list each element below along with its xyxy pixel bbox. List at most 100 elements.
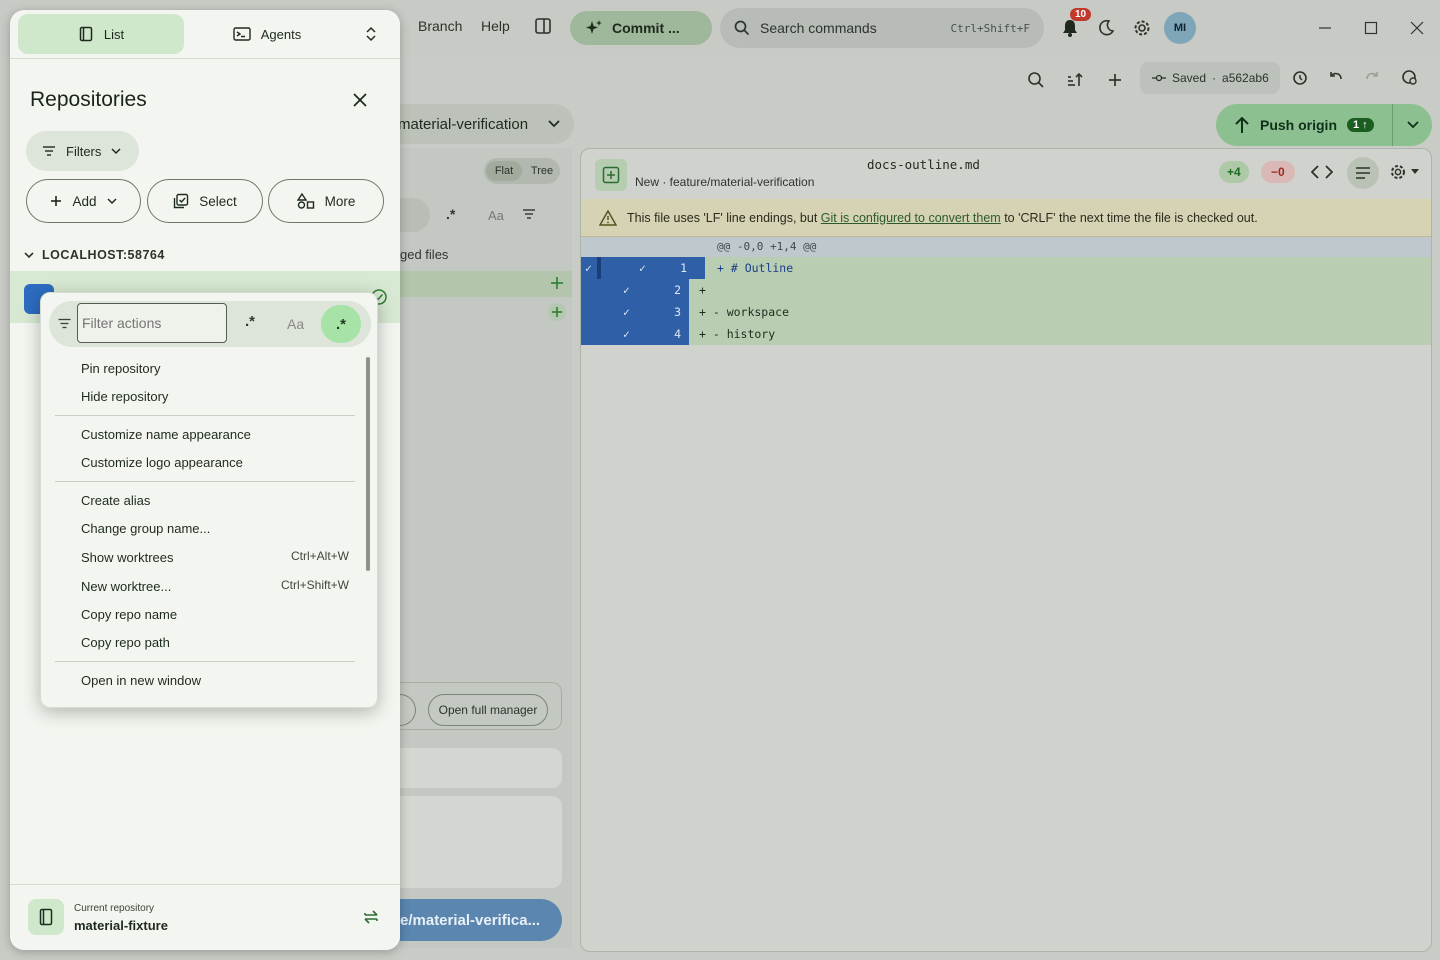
code-view-icon[interactable] xyxy=(1311,164,1333,180)
undo-icon[interactable] xyxy=(1322,63,1350,91)
search-shortcut: Ctrl+Shift+F xyxy=(950,21,1030,35)
menu-item-copy-repo-name[interactable]: Copy repo name xyxy=(81,607,177,622)
filter-icon[interactable] xyxy=(522,208,536,220)
avatar[interactable]: MI xyxy=(1164,12,1196,44)
sort-icon[interactable] xyxy=(1061,66,1089,94)
menu-item-create-alias[interactable]: Create alias xyxy=(81,493,150,508)
tab-agents[interactable]: Agents xyxy=(184,14,350,54)
view-tree[interactable]: Tree xyxy=(524,165,560,177)
filter-icon xyxy=(58,318,71,329)
arrow-up-icon xyxy=(1234,116,1250,134)
close-window-icon[interactable] xyxy=(1403,14,1431,42)
commit-button[interactable]: Commit ... xyxy=(570,11,712,45)
menu-item-show-worktrees[interactable]: Show worktrees xyxy=(81,550,173,565)
filter-actions-input[interactable] xyxy=(77,303,227,343)
expand-icon[interactable] xyxy=(350,14,392,54)
history-icon[interactable] xyxy=(1286,63,1314,91)
add-file-icon[interactable] xyxy=(550,276,564,290)
view-toggle[interactable]: Flat Tree xyxy=(484,158,560,184)
current-repo-footer[interactable] xyxy=(10,884,400,950)
diff-line[interactable]: ✓ 3 + - workspace xyxy=(581,301,1431,323)
diff-header: docs-outline.md New · feature/material-v… xyxy=(581,149,1431,199)
shortcut-new-worktree: Ctrl+Shift+W xyxy=(280,578,349,592)
plus-icon[interactable] xyxy=(1101,66,1129,94)
regex-active-toggle[interactable]: .* xyxy=(321,305,361,343)
commit-to-branch-button[interactable]: e/material-verifica... xyxy=(400,899,562,941)
regex-active-label: .* xyxy=(335,315,346,333)
deletions-badge: −0 xyxy=(1261,161,1295,183)
diff-line[interactable]: ✓ ✓ 1 + # Outline xyxy=(581,257,1431,279)
menu-item-customize-name[interactable]: Customize name appearance xyxy=(81,427,251,442)
more-button[interactable]: More xyxy=(268,179,384,223)
select-label: Select xyxy=(199,193,237,209)
saved-status[interactable]: Saved · a562ab6 xyxy=(1140,62,1280,94)
case-toggle[interactable]: Aa xyxy=(287,316,304,332)
menu-item-hide-repository[interactable]: Hide repository xyxy=(81,389,168,404)
line-number: 2 xyxy=(674,283,681,297)
wrap-lines-icon[interactable] xyxy=(1347,157,1379,189)
close-icon[interactable] xyxy=(348,88,372,112)
menu-help[interactable]: Help xyxy=(481,18,510,34)
menu-item-customize-logo[interactable]: Customize logo appearance xyxy=(81,455,243,470)
check-icon[interactable]: ✓ xyxy=(623,301,630,323)
divider xyxy=(10,58,400,59)
book-icon xyxy=(78,26,94,42)
redo-icon[interactable] xyxy=(1358,63,1386,91)
notification-badge: 10 xyxy=(1070,8,1092,21)
case-toggle[interactable]: Aa xyxy=(488,208,504,223)
commit-summary-input[interactable] xyxy=(400,748,562,788)
moon-icon[interactable] xyxy=(1092,14,1120,42)
diff-settings-icon[interactable] xyxy=(1389,163,1419,181)
push-dropdown[interactable] xyxy=(1392,104,1432,146)
diff-line[interactable]: ✓ 2 + xyxy=(581,279,1431,301)
menu-item-pin-repository[interactable]: Pin repository xyxy=(81,361,160,376)
check-icon[interactable]: ✓ xyxy=(623,323,630,345)
changed-file-row[interactable] xyxy=(400,271,572,297)
check-icon[interactable]: ✓ xyxy=(623,279,630,301)
diff-panel: docs-outline.md New · feature/material-v… xyxy=(580,148,1432,952)
plus-icon xyxy=(50,195,62,207)
repo-book-icon xyxy=(28,899,64,935)
tab-list[interactable]: List xyxy=(18,14,184,54)
new-file-icon xyxy=(595,159,627,191)
add-button[interactable]: Add xyxy=(26,179,141,223)
check-icon[interactable]: ✓ xyxy=(639,257,646,279)
menu-item-new-worktree[interactable]: New worktree... xyxy=(81,579,171,594)
gear-icon[interactable] xyxy=(1128,14,1156,42)
menu-branch[interactable]: Branch xyxy=(418,18,462,34)
regex-toggle[interactable]: .* xyxy=(245,313,255,330)
view-flat[interactable]: Flat xyxy=(486,161,522,181)
toggle-sidebar-icon[interactable] xyxy=(529,12,557,40)
hunk-header: @@ -0,0 +1,4 @@ xyxy=(581,237,1431,257)
maximize-icon[interactable] xyxy=(1357,14,1385,42)
select-button[interactable]: Select xyxy=(147,179,263,223)
regex-toggle[interactable]: .* xyxy=(446,206,455,222)
search-icon xyxy=(734,20,750,36)
drawer-tabs: List Agents xyxy=(18,14,392,54)
manager-card xyxy=(400,682,562,730)
commit-description-input[interactable] xyxy=(400,796,562,888)
filters-button[interactable]: Filters xyxy=(26,131,139,171)
push-origin-button[interactable]: Push origin 1 ↑ xyxy=(1216,104,1432,146)
line-code: + - workspace xyxy=(699,305,790,319)
menu-divider xyxy=(55,481,355,482)
chevron-down-icon xyxy=(24,251,34,259)
repo-group-header[interactable]: LOCALHOST:58764 xyxy=(24,248,165,262)
commit-dot-icon xyxy=(1152,73,1166,83)
git-config-link[interactable]: Git is configured to convert them xyxy=(821,211,1001,225)
shapes-icon xyxy=(296,193,315,209)
menu-item-open-new-window[interactable]: Open in new window xyxy=(81,673,201,688)
sync-settings-icon[interactable] xyxy=(1395,63,1423,91)
minimize-icon[interactable] xyxy=(1311,14,1339,42)
menu-item-change-group-name[interactable]: Change group name... xyxy=(81,521,210,536)
add-file-icon[interactable] xyxy=(548,303,566,321)
diff-line[interactable]: ✓ 4 + - history xyxy=(581,323,1431,345)
switch-repo-icon[interactable] xyxy=(362,908,380,926)
branch-selector[interactable]: material-verification xyxy=(380,104,574,144)
search-icon[interactable] xyxy=(1022,66,1050,94)
menu-item-copy-repo-path[interactable]: Copy repo path xyxy=(81,635,170,650)
command-search[interactable]: Search commands Ctrl+Shift+F xyxy=(720,8,1044,48)
check-icon[interactable]: ✓ xyxy=(585,257,592,279)
menu-scrollbar[interactable] xyxy=(366,357,370,571)
tab-list-label: List xyxy=(103,26,125,42)
